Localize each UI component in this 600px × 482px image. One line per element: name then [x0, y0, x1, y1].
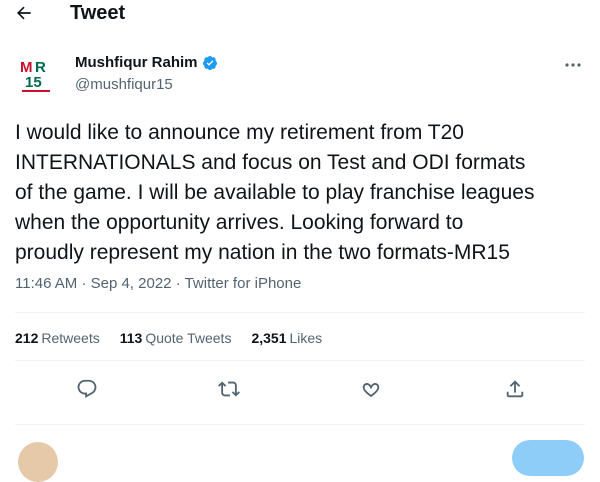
- more-icon: [565, 63, 581, 67]
- svg-text:15: 15: [25, 74, 42, 91]
- tweet-text-line: INTERNATIONALS and focus on Test and ODI…: [15, 151, 526, 174]
- quote-tweets-label: Quote Tweets: [145, 330, 232, 346]
- tweet-text-line: I would like to announce my retirement f…: [15, 121, 464, 144]
- reply-submit-button[interactable]: [512, 440, 584, 476]
- tweet-text-line: proudly represent my nation in the two f…: [15, 241, 510, 264]
- retweets-count: 212: [15, 330, 39, 346]
- avatar[interactable]: M R 15: [19, 56, 53, 96]
- like-button[interactable]: [356, 374, 386, 404]
- separator: ·: [81, 275, 87, 292]
- separator: ·: [175, 275, 181, 292]
- divider: [15, 360, 585, 361]
- comment-icon: [77, 379, 97, 398]
- author-name[interactable]: Mushfiqur Rahim: [75, 54, 198, 71]
- heart-icon: [362, 383, 380, 398]
- avatar[interactable]: [18, 442, 58, 482]
- retweet-button[interactable]: [214, 374, 244, 404]
- share-icon: [506, 380, 524, 398]
- likes-stat[interactable]: 2,351 Likes: [251, 330, 322, 350]
- likes-count: 2,351: [251, 330, 287, 346]
- quote-tweets-stat[interactable]: 113 Quote Tweets: [120, 330, 232, 350]
- tweet-date[interactable]: Sep 4, 2022: [91, 275, 172, 292]
- more-button[interactable]: [561, 56, 585, 74]
- tweet-text-line: when the opportunity arrives. Looking fo…: [15, 211, 464, 234]
- tweet-time[interactable]: 11:46 AM: [15, 275, 77, 292]
- share-button[interactable]: [500, 374, 530, 404]
- reply-button[interactable]: [72, 374, 102, 404]
- tweet-actions: [15, 374, 585, 404]
- tweet-text: I would like to announce my retirement f…: [15, 118, 590, 268]
- retweets-label: Retweets: [41, 330, 100, 346]
- tweet-text-line: of the game. I will be available to play…: [15, 181, 535, 204]
- tweet-source[interactable]: Twitter for iPhone: [185, 275, 302, 292]
- page-title: Tweet: [70, 2, 126, 24]
- arrow-left-icon: [16, 6, 31, 20]
- author-handle[interactable]: @mushfiqur15: [75, 76, 173, 93]
- divider: [15, 424, 585, 425]
- divider: [15, 312, 585, 313]
- tweet-stats: 212 Retweets 113 Quote Tweets 2,351 Likes: [15, 330, 342, 350]
- likes-label: Likes: [289, 330, 323, 346]
- top-bar: Tweet: [0, 0, 600, 28]
- quote-tweets-count: 113: [119, 330, 143, 346]
- retweets-stat[interactable]: 212 Retweets: [15, 330, 100, 350]
- tweet-meta: 11:46 AM · Sep 4, 2022 · Twitter for iPh…: [15, 275, 301, 292]
- retweet-icon: [218, 381, 240, 397]
- back-button[interactable]: [10, 1, 38, 25]
- tweet-author: M R 15 Mushfiqur Rahim @mushfiqur15: [15, 54, 585, 98]
- verified-badge-icon: [202, 55, 217, 70]
